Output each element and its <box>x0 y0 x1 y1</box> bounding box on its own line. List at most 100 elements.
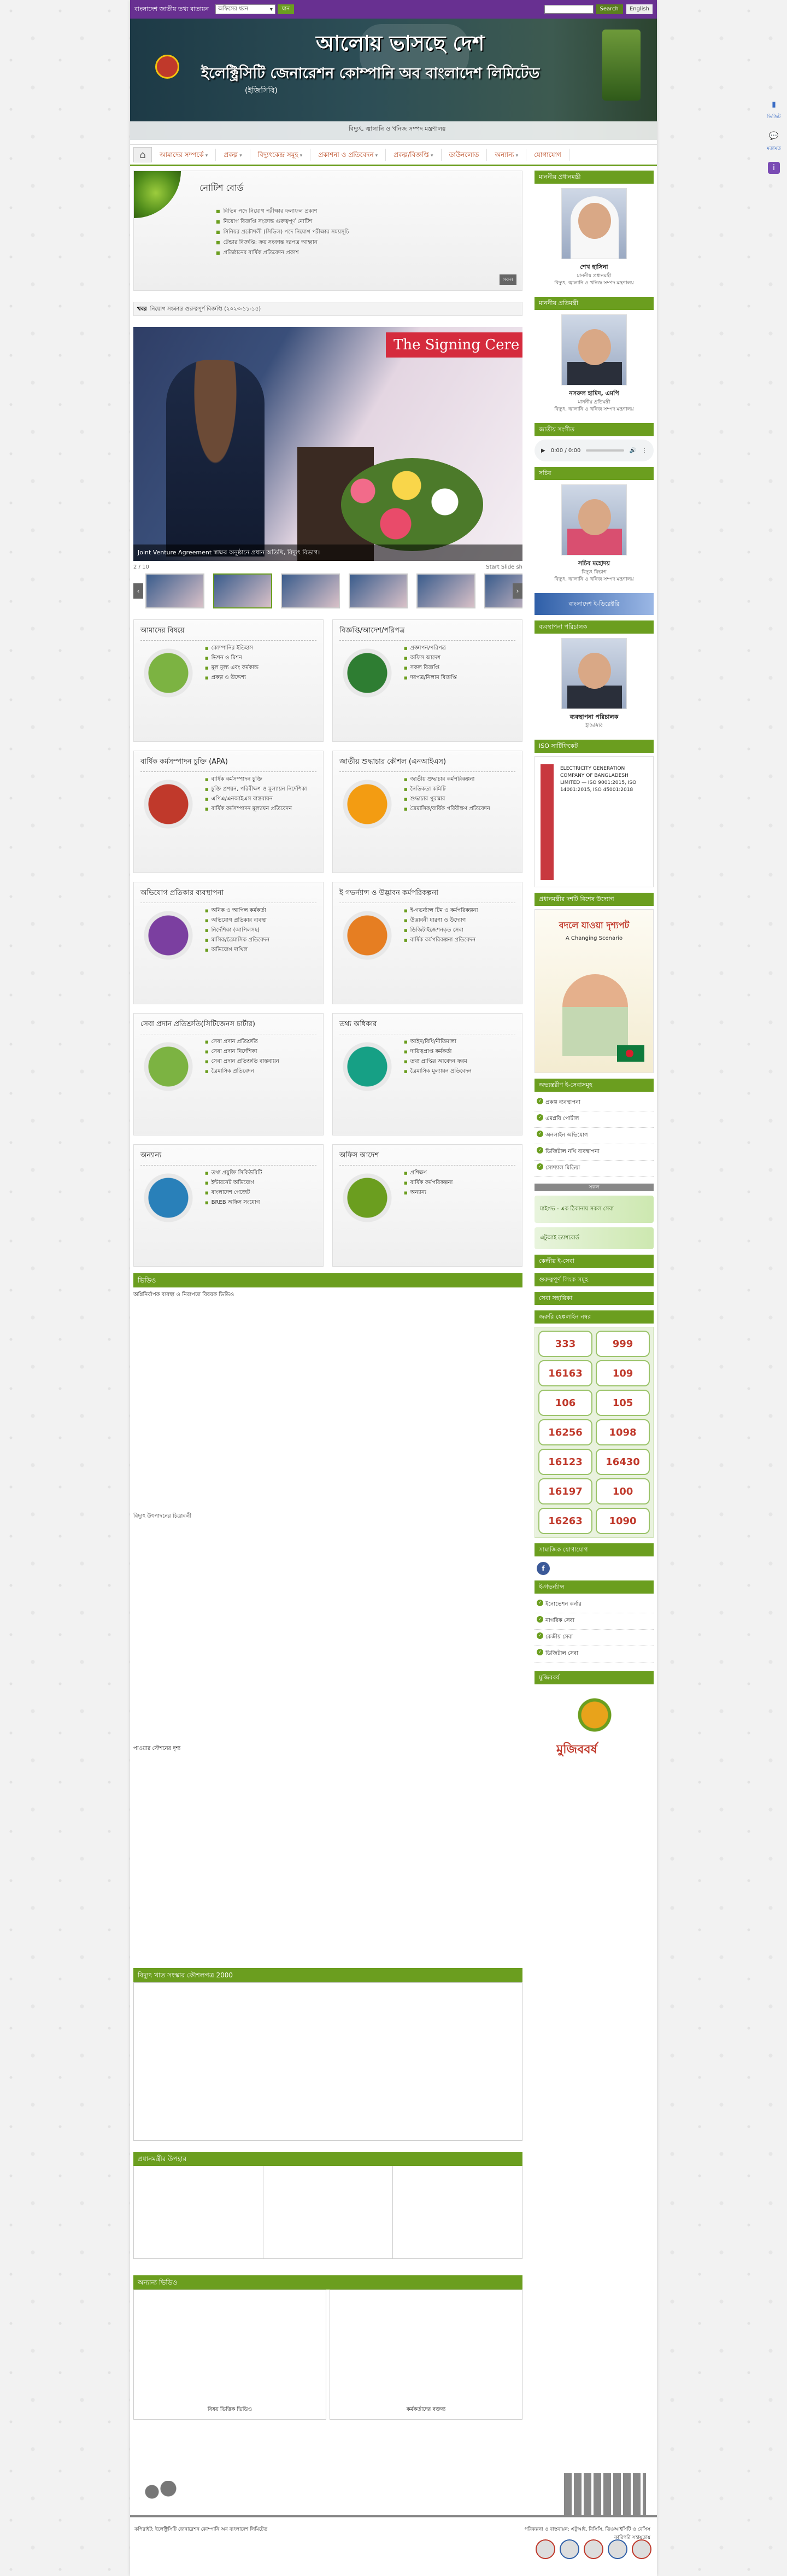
e-directory-banner[interactable]: বাংলাদেশ ই-ডিরেক্টরি <box>535 593 654 615</box>
service-box-link[interactable]: ত্রৈমাসিক মূল্যায়ন প্রতিবেদন <box>404 1067 513 1076</box>
egcb-logo[interactable] <box>155 55 179 79</box>
service-box-link[interactable]: অফিস আদেশ <box>404 654 513 663</box>
helpline-number[interactable]: 1098 <box>596 1419 650 1445</box>
go-button[interactable]: যান <box>277 4 294 14</box>
slideshow-toggle[interactable]: Start Slide sh <box>486 564 522 570</box>
helpline-number[interactable]: 105 <box>596 1390 650 1416</box>
gift-cell[interactable] <box>263 2166 393 2259</box>
service-box-link[interactable]: বার্ষিক কর্মপরিকল্পনা <box>404 1179 513 1187</box>
service-box-link[interactable]: উদ্ভাবনী ধারণা ও উদ্যোগ <box>404 916 513 925</box>
service-box-link[interactable]: ত্রৈমাসিক/বার্ষিক পরিবীক্ষণ প্রতিবেদন <box>404 805 513 813</box>
news-ticker[interactable]: খবর নিয়োগ সংক্রান্ত গুরুত্বপূর্ণ বিজ্ঞপ্… <box>133 302 522 316</box>
helpline-number[interactable]: 16163 <box>538 1360 592 1386</box>
video-label[interactable]: অগ্নিনির্বাপক ব্যবস্থা ও নিরাপত্তা বিষয়… <box>133 1291 526 1300</box>
service-box-link[interactable]: ভিশন ও মিশন <box>205 654 314 663</box>
service-head-2[interactable]: গুরুত্বপূর্ণ লিংক সমূহ <box>535 1273 654 1286</box>
photo-slider[interactable]: The Signing Cere Joint Venture Agreement… <box>133 327 522 561</box>
service-box-link[interactable]: কোম্পানির ইতিহাস <box>205 644 314 653</box>
service-box-link[interactable]: নির্দেশিকা (আপিলসহ) <box>205 926 314 935</box>
ict-logo[interactable] <box>608 2539 627 2559</box>
slide-thumbnail[interactable] <box>281 573 340 608</box>
cabinet-logo[interactable] <box>584 2539 603 2559</box>
service-box-link[interactable]: বার্ষিক কর্মপরিকল্পনা প্রতিবেদন <box>404 936 513 945</box>
egov-link[interactable]: ডিজিটাল সেবা <box>535 1646 654 1662</box>
home-icon[interactable]: ⌂ <box>133 147 152 162</box>
service-box-link[interactable]: শুদ্ধাচার পুরস্কার <box>404 795 513 804</box>
notice-item[interactable]: প্রতিষ্ঠানের বার্ষিক প্রতিবেদন প্রকাশ <box>216 248 349 258</box>
nav-item-notices[interactable]: প্রকল্প/বিজ্ঞপ্তি ▾ <box>386 149 442 161</box>
service-box-link[interactable]: আইন/বিধি/নীতিমালা <box>404 1038 513 1046</box>
facebook-icon[interactable]: f <box>537 1562 550 1575</box>
video-embed[interactable] <box>133 1301 522 1509</box>
service-box-link[interactable]: বার্ষিক কর্মসম্পাদন চুক্তি <box>205 775 314 784</box>
helpline-number[interactable]: 1090 <box>596 1508 650 1534</box>
gift-cell[interactable] <box>393 2166 522 2259</box>
egov-link[interactable]: কেন্দ্রীয় সেবা <box>535 1630 654 1646</box>
audio-progress[interactable] <box>586 449 624 452</box>
service-box-link[interactable]: দায়িত্বপ্রাপ্ত কর্মকর্তা <box>404 1047 513 1056</box>
service-box-link[interactable]: তথ্য প্রযুক্তি সিকিউরিটি <box>205 1169 314 1178</box>
service-box-link[interactable]: অন্যান্য <box>404 1189 513 1197</box>
secretary-portrait[interactable] <box>561 484 627 555</box>
mujib-logo[interactable]: মুজিববর্ষ <box>535 1688 654 1770</box>
video-card[interactable]: বিষয় ভিত্তিক ভিডিও <box>133 2290 326 2420</box>
service-box-link[interactable]: সকল বিজ্ঞপ্তি <box>404 664 513 672</box>
mygov-banner[interactable]: মাইগভ - এক ঠিকানায় সকল সেবা <box>535 1196 654 1223</box>
nav-item-publications[interactable]: প্রকাশনা ও প্রতিবেদন ▾ <box>310 149 386 161</box>
helpline-number[interactable]: 109 <box>596 1360 650 1386</box>
service-box-link[interactable]: ইন্টারনেট অভিযোগ <box>205 1179 314 1187</box>
undp-logo[interactable] <box>632 2539 651 2559</box>
dashboard-banner[interactable]: এটুআই ড্যাশবোর্ড <box>535 1227 654 1249</box>
helpline-number[interactable]: 106 <box>538 1390 592 1416</box>
slide-thumbnail[interactable] <box>145 573 204 608</box>
slide-thumbnail[interactable] <box>349 573 408 608</box>
footer-implementation[interactable]: পরিকল্পনা ও বাস্তবায়ন: এটুআই, বিসিসি, ড… <box>525 2525 650 2533</box>
more-icon[interactable]: ⋮ <box>642 448 647 454</box>
service-box-link[interactable]: অনিক ও আপিল কর্মকর্তা <box>205 906 314 915</box>
service-box-title[interactable]: আমাদের বিষয়ে <box>140 625 316 641</box>
nav-item-contact[interactable]: যোগাযোগ <box>526 149 569 161</box>
minister-portrait[interactable] <box>561 314 627 385</box>
chevron-right-icon[interactable]: › <box>513 583 522 599</box>
anthem-audio-player[interactable]: ▶ 0:00 / 0:00 🔊 ⋮ <box>535 440 654 461</box>
helpline-number[interactable]: 16197 <box>538 1478 592 1504</box>
service-box-link[interactable]: সেবা প্রদান প্রতিশ্রুতি <box>205 1038 314 1046</box>
search-input[interactable] <box>544 5 594 14</box>
helpline-number[interactable]: 333 <box>538 1331 592 1357</box>
service-box-link[interactable]: নৈতিকতা কমিটি <box>404 785 513 794</box>
service-box-link[interactable]: দরপত্র/নিলাম বিজ্ঞপ্তি <box>404 674 513 682</box>
portal-label[interactable]: বাংলাদেশ জাতীয় তথ্য বাতায়ন <box>134 4 209 15</box>
service-box-link[interactable]: জাতীয় শুদ্ধাচার কর্মপরিকল্পনা <box>404 775 513 784</box>
book-cover[interactable]: বদলে যাওয়া দৃশ্যপট A Changing Scenario <box>535 909 654 1073</box>
service-box-link[interactable]: প্রশিক্ষণ <box>404 1169 513 1178</box>
service-box-link[interactable]: BREB অফিস সংযোগ <box>205 1198 314 1207</box>
nav-item-download[interactable]: ডাউনলোড <box>442 149 488 161</box>
notice-item[interactable]: সিনিয়র প্রকৌশলী (সিভিল) পদে নিয়োগ পরীক… <box>216 227 349 237</box>
helpline-number[interactable]: 16263 <box>538 1508 592 1534</box>
service-box-link[interactable]: মাসিক/ত্রৈমাসিক প্রতিবেদন <box>205 936 314 945</box>
language-toggle[interactable]: English <box>626 4 653 14</box>
service-box-link[interactable]: ই-গভর্ন্যান্স টিম ও কর্মপরিকল্পনা <box>404 906 513 915</box>
play-icon[interactable]: ▶ <box>541 448 545 454</box>
video-label[interactable]: বিদ্যুৎ উৎপাদনের চিত্রাবলী <box>133 1512 526 1521</box>
office-type-select[interactable]: অফিসের ধরন ▾ <box>215 4 275 14</box>
video-card[interactable]: কর্মকর্তাদের বক্তব্য <box>330 2290 522 2420</box>
iso-certificate[interactable]: ELECTRICITY GENERATION COMPANY OF BANGLA… <box>535 756 654 887</box>
eservice-link[interactable]: সোশ্যাল মিডিয়া <box>535 1161 654 1177</box>
nav-item-others[interactable]: অন্যান্য ▾ <box>487 149 527 161</box>
service-box-title[interactable]: অভিযোগ প্রতিকার ব্যবস্থাপনা <box>140 888 316 903</box>
helpline-number[interactable]: 100 <box>596 1478 650 1504</box>
helpline-number[interactable]: 999 <box>596 1331 650 1357</box>
egov-link[interactable]: ইনোভেশন কর্নার <box>535 1597 654 1613</box>
service-box-title[interactable]: বার্ষিক কর্মসম্পাদন চুক্তি (APA) <box>140 757 316 772</box>
service-box-title[interactable]: তথ্য অধিকার <box>339 1019 515 1034</box>
service-box-link[interactable]: সেবা প্রদান প্রতিশ্রুতি বাস্তবায়ন <box>205 1057 314 1066</box>
notice-item[interactable]: বিভিন্ন পদে নিয়োগ পরীক্ষার ফলাফল প্রকাশ <box>216 206 349 216</box>
service-box-link[interactable]: বার্ষিক কর্মসম্পাদন মূল্যায়ন প্রতিবেদন <box>205 805 314 813</box>
helpline-number[interactable]: 16123 <box>538 1449 592 1475</box>
pm-portrait[interactable] <box>561 188 627 259</box>
helpline-number[interactable]: 16256 <box>538 1419 592 1445</box>
service-box-title[interactable]: সেবা প্রদান প্রতিশ্রুতি(সিটিজেনস চার্টার… <box>140 1019 316 1034</box>
service-box-title[interactable]: বিজ্ঞপ্তি/আদেশ/পরিপত্র <box>339 625 515 641</box>
chevron-left-icon[interactable]: ‹ <box>133 583 143 599</box>
